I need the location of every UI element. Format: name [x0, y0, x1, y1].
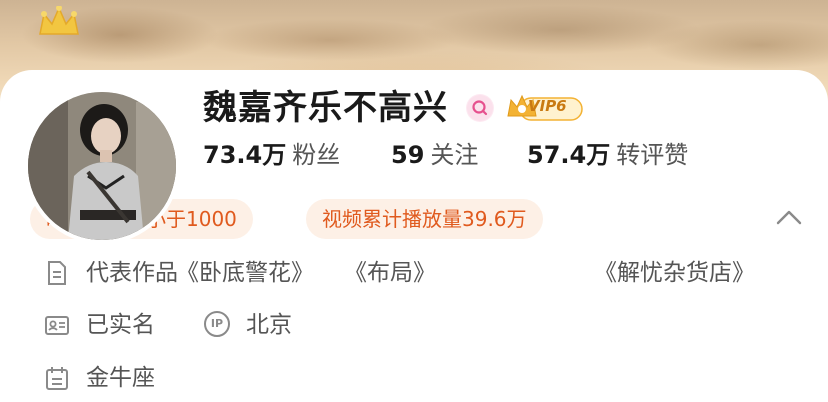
profile-name: 魏嘉齐乐不高兴 — [203, 88, 448, 128]
ip-location: 北京 — [246, 312, 292, 338]
stat-label: 转评赞 — [616, 141, 689, 169]
work-title[interactable]: 《布局》 — [344, 258, 436, 288]
id-card-icon — [45, 316, 69, 335]
stat-value: 73.4万 — [203, 141, 287, 169]
work-title[interactable]: 《解忧杂货店》 — [594, 258, 755, 288]
avatar[interactable] — [28, 92, 176, 240]
document-icon — [48, 261, 66, 285]
crown-icon — [39, 6, 79, 35]
vip-level-label: VIP6 — [528, 97, 567, 115]
calendar-icon — [46, 367, 68, 390]
real-name-verified: 已实名 — [86, 312, 155, 338]
verified-icon[interactable] — [466, 94, 494, 122]
ip-icon: IP — [204, 311, 230, 337]
stat-value: 59 — [391, 141, 425, 169]
zodiac-sign: 金牛座 — [86, 365, 155, 391]
stat-label: 粉丝 — [292, 141, 341, 169]
video-plays-pill[interactable]: 视频累计播放量39.6万 — [306, 199, 543, 239]
chevron-up-icon[interactable] — [774, 206, 804, 228]
stat-label: 关注 — [430, 141, 479, 169]
stat-following[interactable]: 59 关注 — [391, 140, 478, 170]
work-title[interactable]: 《卧底警花》 — [176, 258, 314, 288]
stat-interactions[interactable]: 57.4万 转评赞 — [527, 140, 688, 170]
stat-value: 57.4万 — [527, 141, 611, 169]
stat-followers[interactable]: 73.4万 粉丝 — [203, 140, 340, 170]
avatar-frame[interactable] — [24, 88, 180, 244]
works-label: 代表作品 — [86, 260, 178, 286]
